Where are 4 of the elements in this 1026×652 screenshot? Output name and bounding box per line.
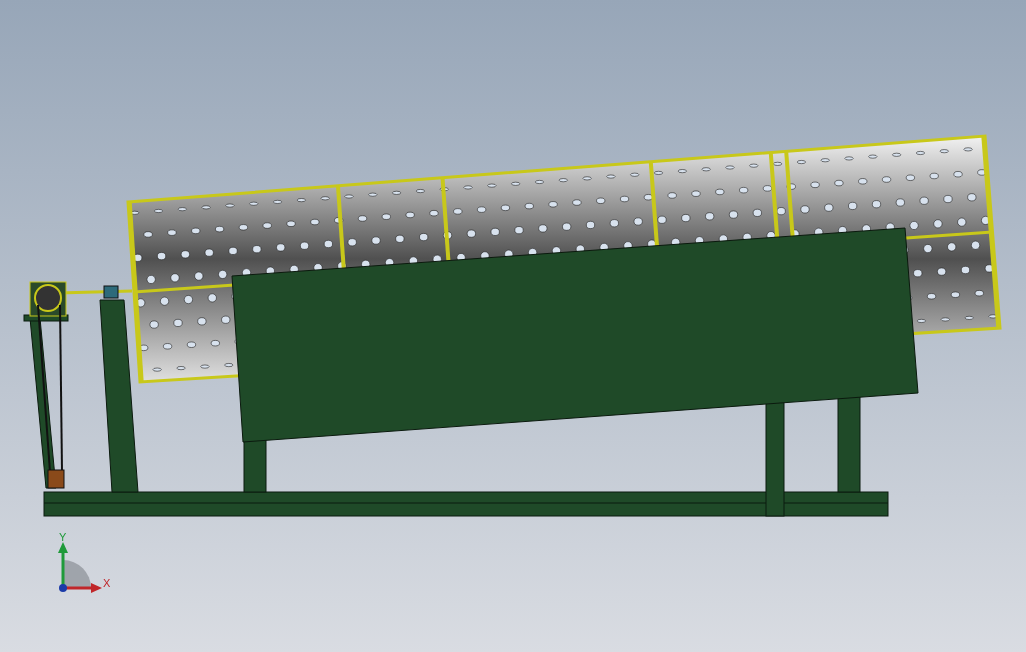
origin-dot-icon: [59, 584, 67, 592]
axis-label: Y: [59, 531, 67, 543]
triad-plane-icon: [63, 560, 91, 588]
axis-label: X: [103, 577, 111, 589]
